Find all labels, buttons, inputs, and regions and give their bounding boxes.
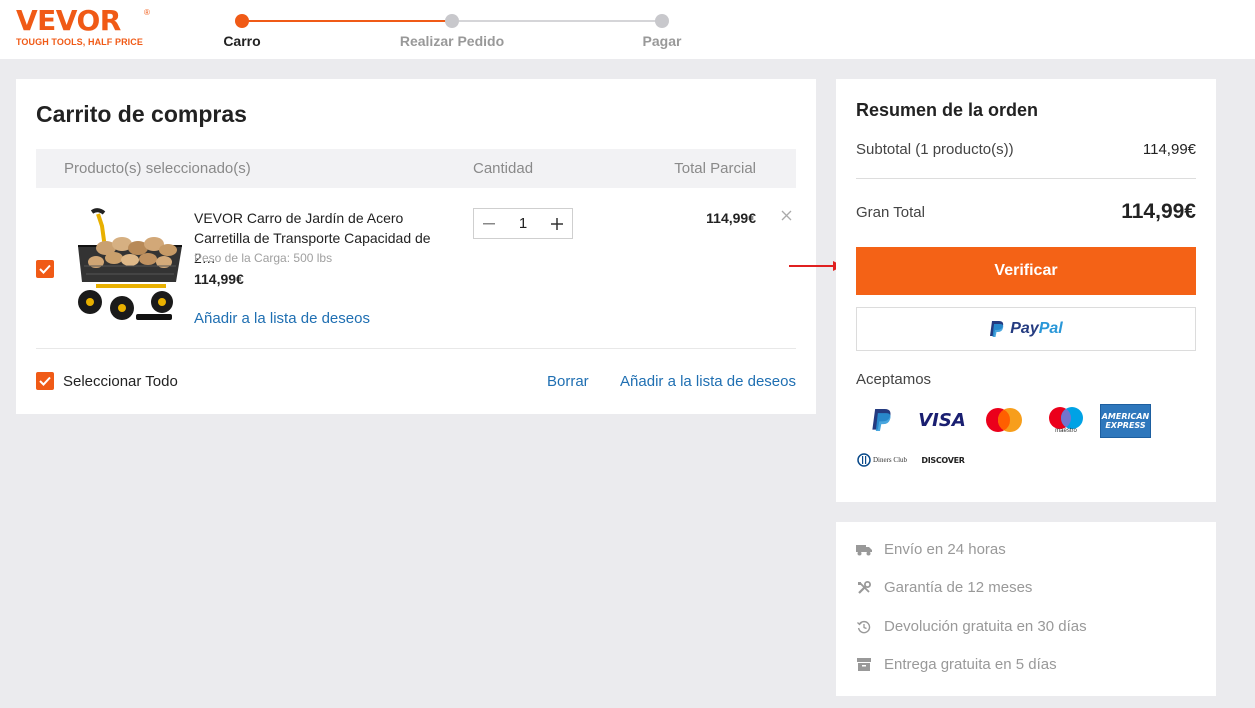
product-attribute: Peso de la Carga: 500 lbs	[194, 251, 333, 265]
summary-divider	[856, 178, 1196, 179]
paypal-wordmark-pay: Pay	[1010, 320, 1039, 337]
benefits-panel: Envío en 24 horas Garantía de 12 meses D…	[836, 522, 1216, 696]
benefit-label: Entrega gratuita en 5 días	[884, 656, 1057, 673]
amex-wordmark-top: AMERICAN	[1101, 412, 1150, 421]
paypal-icon	[990, 321, 1004, 337]
step-dot-cart	[235, 14, 249, 28]
benefit-warranty: Garantía de 12 meses	[856, 579, 1032, 596]
history-icon	[856, 619, 872, 635]
cart-title: Carrito de compras	[36, 101, 247, 127]
benefit-returns: Devolución gratuita en 30 días	[856, 618, 1087, 635]
cart-table-header: Producto(s) seleccionado(s) Cantidad Tot…	[36, 149, 796, 188]
truck-icon	[856, 542, 872, 558]
step-label-cart: Carro	[223, 33, 261, 49]
discover-icon: DISCOVER	[918, 452, 968, 468]
add-all-to-wishlist-link[interactable]: Añadir a la lista de deseos	[620, 373, 796, 390]
visa-wordmark: VISA	[918, 409, 966, 431]
item-select-checkbox[interactable]	[36, 260, 54, 278]
plus-icon	[551, 217, 563, 230]
select-all-checkbox[interactable]	[36, 372, 54, 390]
quantity-stepper: 1	[473, 208, 573, 239]
tools-icon	[856, 580, 872, 596]
mastercard-icon	[984, 406, 1024, 434]
amex-icon: AMERICAN EXPRESS	[1100, 404, 1151, 438]
product-price: 114,99€	[194, 271, 244, 287]
quantity-value[interactable]: 1	[504, 215, 542, 232]
benefit-delivery: Entrega gratuita en 5 días	[856, 656, 1057, 673]
increase-quantity-button[interactable]	[542, 209, 572, 238]
check-icon	[39, 264, 51, 274]
checkout-progress: Carro Realizar Pedido Pagar	[0, 0, 1255, 59]
step-label-pay: Pagar	[642, 33, 682, 49]
grand-total-value: 114,99€	[1121, 200, 1196, 223]
minus-icon	[483, 222, 495, 224]
column-header-product: Producto(s) seleccionado(s)	[64, 160, 251, 177]
visa-icon: VISA	[918, 408, 966, 432]
site-header: VEVOR ® TOUGH TOOLS, HALF PRICE Carro Re…	[0, 0, 1255, 59]
add-to-wishlist-link[interactable]: Añadir a la lista de deseos	[194, 310, 370, 327]
column-header-quantity: Cantidad	[473, 160, 534, 177]
diners-club-wordmark: Diners Club	[872, 456, 908, 464]
garden-cart-product-image[interactable]	[66, 204, 182, 328]
step-label-order: Realizar Pedido	[399, 33, 505, 49]
summary-title: Resumen de la orden	[856, 100, 1039, 120]
checkout-verify-button[interactable]: Verificar	[856, 247, 1196, 295]
benefit-label: Envío en 24 horas	[884, 541, 1006, 558]
maestro-icon: maestro	[1046, 404, 1086, 436]
shopping-cart-panel: Carrito de compras Producto(s) seleccion…	[16, 79, 816, 414]
benefit-label: Garantía de 12 meses	[884, 579, 1033, 596]
grand-total-label: Gran Total	[856, 204, 925, 221]
benefit-shipping: Envío en 24 horas	[856, 541, 1006, 558]
step-dot-pay	[655, 14, 669, 28]
subtotal-label: Subtotal (1 producto(s))	[856, 141, 1014, 158]
subtotal-value: 114,99€	[1142, 141, 1196, 158]
paypal-checkout-button[interactable]: PayPal	[856, 307, 1196, 351]
cart-actions-bar: Seleccionar Todo Borrar Añadir a la list…	[36, 362, 796, 392]
discover-wordmark: DISCOVER	[921, 455, 965, 465]
diners-club-icon: Diners Club	[856, 452, 908, 468]
step-dot-order	[445, 14, 459, 28]
item-line-total: 114,99€	[706, 210, 756, 226]
maestro-wordmark: maestro	[1055, 428, 1077, 434]
box-icon	[856, 657, 872, 673]
accepted-payments-label: Aceptamos	[856, 371, 932, 388]
close-icon	[781, 210, 792, 221]
amex-wordmark-bottom: EXPRESS	[1105, 421, 1146, 430]
progress-line-pending	[452, 20, 662, 22]
check-icon	[39, 376, 51, 386]
paypal-wordmark-pal: Pal	[1038, 320, 1063, 337]
cart-item-row: VEVOR Carro de Jardín de Acero Carretill…	[36, 188, 796, 349]
column-header-subtotal: Total Parcial	[674, 160, 756, 177]
order-summary-panel: Resumen de la orden Subtotal (1 producto…	[836, 79, 1216, 502]
progress-line-complete	[242, 20, 452, 22]
decrease-quantity-button[interactable]	[474, 209, 504, 238]
benefit-label: Devolución gratuita en 30 días	[884, 618, 1087, 635]
select-all-label[interactable]: Seleccionar Todo	[63, 373, 178, 390]
remove-item-button[interactable]	[781, 208, 792, 226]
paypal-icon	[868, 406, 896, 434]
delete-selected-link[interactable]: Borrar	[547, 373, 589, 390]
